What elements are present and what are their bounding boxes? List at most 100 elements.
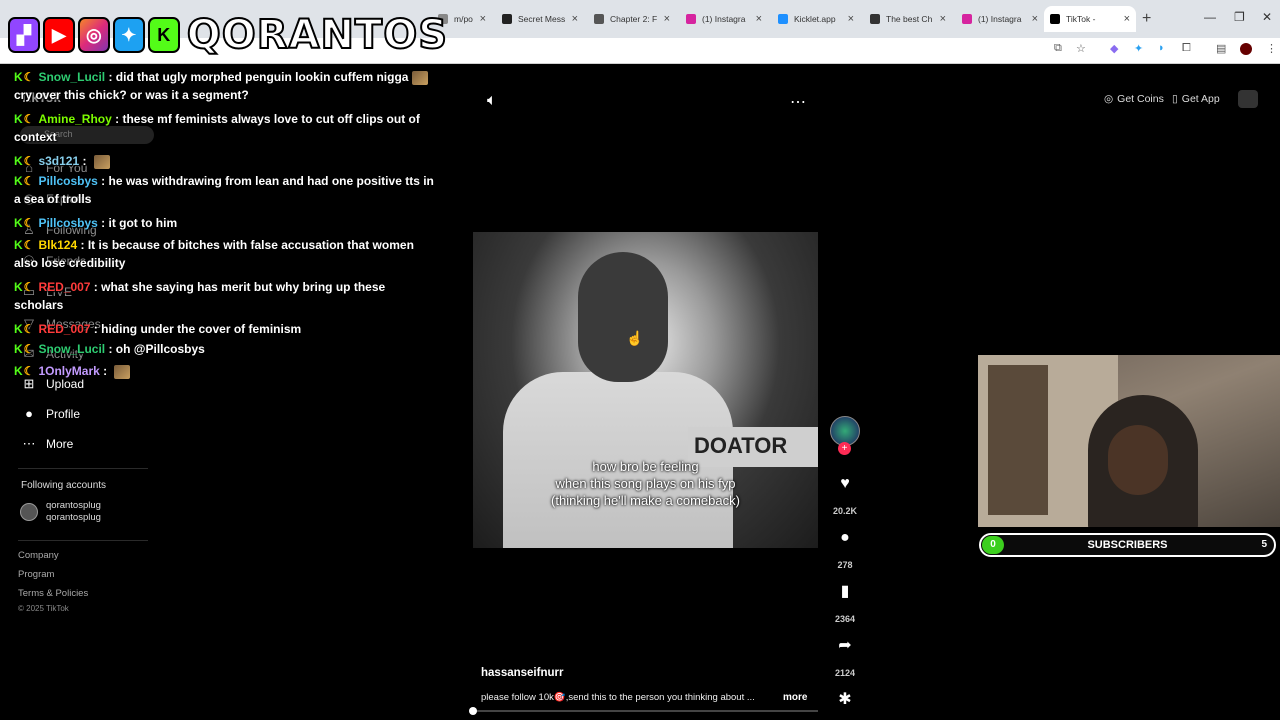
kick-icon: K [147,17,180,53]
sidebar-icon[interactable]: ▤ [1216,42,1226,55]
following-account[interactable]: qorantosplug qorantosplug [20,500,101,524]
chat-badges: K☾ [14,342,36,356]
share-count: 2124 [834,668,856,678]
get-app-button[interactable]: ▯ Get App [1172,90,1220,108]
chat-text: he was withdrawing from lean and had one… [108,174,434,188]
subscriber-label: SUBSCRIBERS [1087,539,1168,551]
cast-icon[interactable]: ⧉ [1054,42,1062,55]
description-more-link[interactable]: more [783,692,807,703]
tab-label: Secret Mess [518,14,566,24]
close-tab-icon[interactable]: × [756,13,762,25]
footer-link-program[interactable]: Program [18,569,54,580]
chat-separator: : [77,238,88,252]
tab-favicon-icon [686,14,696,24]
user-avatar[interactable] [1238,90,1258,108]
minimize-icon[interactable]: — [1204,10,1216,24]
tab-label: The best Ch [886,14,933,24]
volume-icon[interactable]: 🔈︎ [487,92,497,110]
comment-icon[interactable]: ● [833,526,857,550]
footer-link-terms[interactable]: Terms & Policies [18,588,88,599]
chat-username: Pillcosbys [38,174,98,188]
chat-badges: K☾ [14,112,36,126]
close-tab-icon[interactable]: × [1032,13,1038,25]
browser-tab[interactable]: (1) Instagra × [956,6,1044,32]
chat-message: K☾ Pillcosbys : he was withdrawing from l… [14,172,454,208]
webcam-face [1108,425,1168,495]
chat-badges: K☾ [14,280,36,294]
chat-text: what she saying has merit but why bring … [101,280,386,294]
chat-message: K☾ Amine_Rhoy : these mf feminists always… [14,110,454,146]
close-window-icon[interactable]: ✕ [1262,10,1272,24]
footer-link-company[interactable]: Company [18,550,59,561]
chat-text: oh @Pillcosbys [115,342,205,356]
streamer-brand: QORANTOS [186,11,449,59]
chat-message: K☾ Pillcosbys : it got to him [14,214,454,232]
browser-tab[interactable]: Chapter 2: F × [588,6,676,32]
tab-favicon-icon [594,14,604,24]
extensions-puzzle-icon[interactable]: ⧠ [1182,42,1191,55]
browser-tab[interactable]: The best Ch × [864,6,952,32]
browser-tab[interactable]: Secret Mess × [496,6,584,32]
video-player[interactable]: DOATOR how bro be feeling when this song… [473,232,818,548]
youtube-icon: ▶ [42,17,75,53]
chat-badges: K☾ [14,70,36,84]
twitter-icon: ✦ [112,17,145,53]
chat-separator: : [105,70,116,84]
chat-text-continued: scholars [14,298,64,312]
close-tab-icon[interactable]: × [1124,13,1130,25]
video-progress-bar[interactable] [469,707,818,715]
chat-username: Amine_Rhoy [38,112,112,126]
chat-emote-icon [114,364,131,379]
browser-tab[interactable]: TikTok - × [1044,6,1136,32]
close-tab-icon[interactable]: × [480,13,486,25]
tab-label: (1) Instagra [978,14,1022,24]
chat-badges: K☾ [14,174,36,188]
menu-kebab-icon[interactable]: ⋮ [1266,42,1277,55]
save-count: 2364 [834,614,856,624]
profile-avatar[interactable] [1240,43,1252,55]
chat-message: K☾ Blk124 : It is because of bitches with… [14,236,454,272]
share-arrow-icon[interactable]: ➦ [833,634,857,658]
bookmark-icon[interactable]: ▮ [833,580,857,604]
sidebar-item-label: Profile [46,406,81,421]
phone-icon: ▯ [1172,93,1178,105]
browser-tab[interactable]: (1) Instagra × [680,6,768,32]
browser-tab[interactable]: Kicklet.app × [772,6,860,32]
chat-text: It is because of bitches with false accu… [87,238,414,252]
extension-icon[interactable]: ◆ [1110,42,1118,55]
chat-badges: K☾ [14,216,36,230]
close-tab-icon[interactable]: × [664,13,670,25]
tab-label: Kicklet.app [794,14,836,24]
more-options-icon[interactable]: ⋯ [790,92,806,112]
stream-logo-banner: ▞ ▶ ◎ ✦ K QORANTOS [8,6,448,64]
video-subject-head [578,252,668,382]
tab-favicon-icon [962,14,972,24]
get-coins-button[interactable]: ◎ Get Coins [1104,90,1164,108]
following-heading: Following accounts [21,480,107,491]
chat-separator: : [111,112,123,126]
new-tab-button[interactable]: + [1142,10,1151,28]
extension-icon[interactable]: ✦ [1134,42,1143,55]
chat-separator: : [105,342,116,356]
webcam-door [988,365,1048,515]
subscriber-goal: 5 [1261,539,1267,550]
sidebar-item-more[interactable]: ⋯ More [22,436,74,452]
sidebar-item-label: More [46,437,74,451]
progress-knob[interactable] [469,707,477,715]
close-tab-icon[interactable]: × [572,13,578,25]
restore-icon[interactable]: ❐ [1234,10,1245,24]
follow-plus-button[interactable]: + [838,442,851,455]
bookmark-star-icon[interactable]: ☆ [1076,42,1086,55]
music-disc-icon[interactable]: ✱ [833,688,857,712]
mouse-cursor: ☝ [626,330,644,346]
video-username[interactable]: hassanseifnurr [481,667,563,679]
close-tab-icon[interactable]: × [848,13,854,25]
close-tab-icon[interactable]: × [940,13,946,25]
account-handle: qorantosplug [46,512,101,523]
chat-username: Snow_Lucil [38,342,106,356]
chat-message: K☾ RED_007 : hiding under the cover of fe… [14,320,454,338]
like-heart-icon[interactable]: ♥ [833,472,857,496]
extension-icon[interactable]: ◗ [1158,42,1165,54]
sidebar-item-profile[interactable]: ● Profile [22,406,80,421]
chat-badges: K☾ [14,238,36,252]
